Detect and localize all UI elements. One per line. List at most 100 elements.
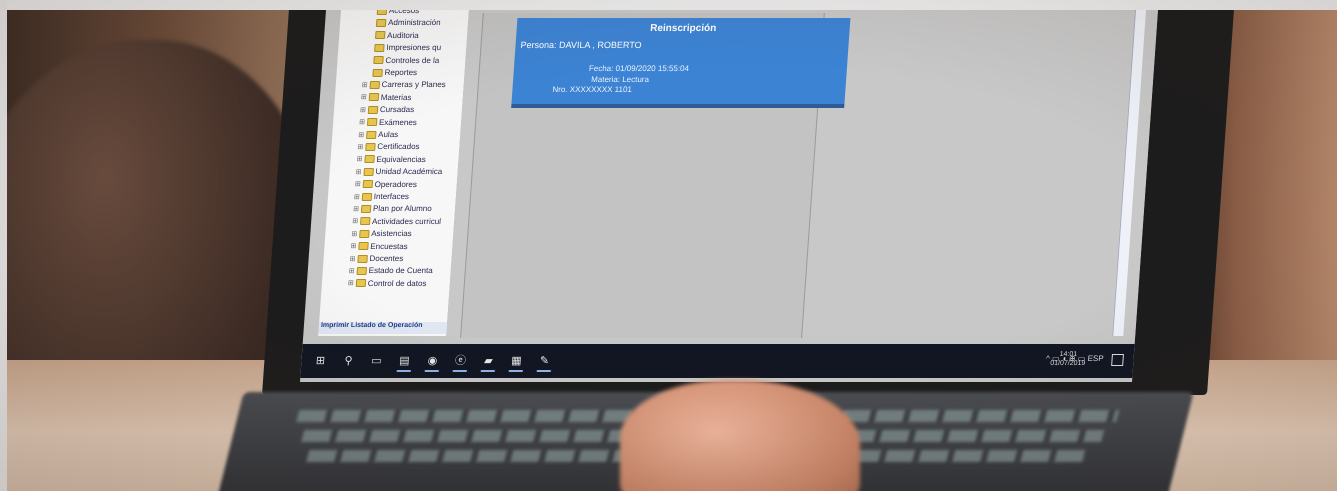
tree-item-label: Impresiones qu — [386, 43, 442, 53]
tree-item[interactable]: ⊞ Carreras y Planes — [361, 80, 446, 89]
expand-icon[interactable]: ⊞ — [358, 131, 364, 139]
tree-item[interactable]: Controles de la — [371, 55, 440, 65]
card-date: Fecha: 01/09/2020 15:55:04 — [588, 64, 690, 73]
tree-item-label: Reportes — [384, 68, 418, 77]
folder-icon — [368, 93, 380, 102]
search-icon[interactable]: ⚲ — [341, 353, 356, 367]
tree-item[interactable]: ⊞ Equivalencias — [356, 155, 426, 164]
card-title: Reinscripción — [649, 23, 717, 34]
tree-item[interactable]: ⊞ Interfaces — [354, 192, 410, 201]
tree-item-label: Auditoria — [386, 30, 420, 40]
tree-item[interactable]: Reportes — [370, 68, 417, 77]
card-number: Nro. XXXXXXXX 1101 — [552, 85, 633, 94]
windows-start-icon[interactable]: ⊞ — [313, 353, 328, 367]
tree-item[interactable]: ⊞ Control de datos — [348, 279, 427, 288]
tree-item-label: Exámenes — [378, 117, 418, 127]
tree-item-label: Plan por Alumno — [372, 204, 432, 214]
tree-item-label: Carreras y Planes — [381, 80, 446, 90]
tree-item[interactable]: ⊞ Operadores — [355, 180, 418, 189]
app-icon[interactable]: ▰ — [480, 353, 496, 372]
expand-icon[interactable]: ⊞ — [360, 106, 366, 114]
tree-item-label: Control de datos — [367, 278, 427, 288]
tree-item-label: Operadores — [374, 179, 418, 189]
folder-icon — [369, 80, 380, 89]
tree-item-label: Materias — [380, 92, 412, 102]
folder-icon — [356, 266, 367, 275]
folder-icon — [367, 105, 379, 114]
tree-item-label: Unidad Académica — [375, 167, 443, 177]
folder-icon — [361, 192, 373, 201]
tree-item-label: Encuestas — [370, 241, 409, 251]
left-edge — [0, 0, 7, 491]
taskbar-clock[interactable]: 14:01 01/07/2019 — [1050, 350, 1086, 368]
tree-item-label: Interfaces — [373, 192, 410, 201]
expand-icon[interactable]: ⊞ — [351, 230, 357, 238]
tree-item[interactable]: ⊞ Actividades curricul — [352, 217, 441, 226]
reinscription-card[interactable]: Reinscripción Persona: DAVILA , ROBERTO … — [511, 18, 851, 104]
folder-icon — [357, 254, 368, 263]
expand-icon[interactable]: ⊞ — [349, 255, 355, 263]
folder-icon — [359, 217, 371, 226]
expand-icon[interactable]: ⊞ — [348, 279, 354, 287]
clock-date: 01/07/2019 — [1050, 360, 1086, 367]
folder-icon — [366, 118, 378, 127]
folder-icon — [372, 68, 383, 77]
tree-item[interactable]: Administración — [374, 18, 441, 27]
expand-icon[interactable]: ⊞ — [359, 118, 365, 126]
chrome-icon[interactable]: ◉ — [424, 353, 440, 372]
folder-icon — [358, 229, 370, 238]
tree-item[interactable]: Impresiones qu — [372, 43, 441, 52]
folder-icon — [355, 279, 367, 288]
tree-item[interactable]: ⊞ Aulas — [358, 130, 399, 139]
tree-item-label: Administración — [387, 18, 441, 28]
tree-item[interactable]: ⊞ Cursadas — [360, 105, 415, 114]
windows-taskbar: ⊞ ⚲ ▭ ▤ ◉ ⓔ ▰ ▦ ✎ ^ ▭ ◖ ⊕ ▭ ESP 14:01 01/07/2019 — [300, 344, 1135, 378]
expand-icon[interactable]: ⊞ — [348, 267, 354, 275]
tree-item[interactable]: Auditoria — [373, 31, 419, 40]
expand-icon[interactable]: ⊞ — [353, 205, 359, 213]
task-view-icon[interactable]: ▭ — [369, 353, 384, 367]
tree-item-label: Controles de la — [385, 55, 440, 65]
folder-icon — [364, 155, 375, 164]
edge-icon[interactable]: ⓔ — [452, 353, 468, 372]
tree-item[interactable]: ⊞ Asistencias — [351, 229, 412, 238]
card-divider — [511, 104, 845, 108]
tree-item[interactable]: ⊞ Plan por Alumno — [353, 204, 432, 213]
expand-icon[interactable]: ⊞ — [357, 143, 363, 151]
expand-icon[interactable]: ⊞ — [355, 168, 361, 176]
tools-icon[interactable]: ✎ — [536, 353, 552, 372]
tree-item[interactable]: ⊞ Materias — [361, 93, 412, 102]
folder-icon — [375, 18, 387, 27]
tree-item-label: Estado de Cuenta — [368, 266, 434, 276]
expand-icon[interactable]: ⊞ — [361, 93, 367, 101]
expand-icon[interactable]: ⊞ — [356, 155, 362, 163]
tree-item-label: Cursadas — [379, 105, 415, 115]
folder-icon — [360, 204, 372, 213]
folder-icon — [362, 180, 373, 189]
card-person: Persona: DAVILA , ROBERTO — [520, 40, 642, 50]
tree-item[interactable]: ⊞ Exámenes — [359, 118, 417, 127]
top-strip — [0, 0, 1337, 10]
grid-app-icon[interactable]: ▦ — [508, 353, 524, 372]
tree-item-label: Actividades curricul — [371, 216, 442, 226]
expand-icon[interactable]: ⊞ — [350, 242, 356, 250]
clock-time: 14:01 — [1059, 351, 1078, 358]
expand-icon[interactable]: ⊞ — [361, 81, 367, 89]
file-explorer-icon[interactable]: ▤ — [396, 353, 412, 372]
tree-item[interactable]: ⊞ Estado de Cuenta — [348, 266, 433, 275]
notifications-icon[interactable] — [1111, 354, 1124, 366]
card-subject: Materia: Lectura — [590, 75, 650, 84]
expand-icon[interactable]: ⊞ — [354, 193, 360, 201]
navigation-tree-panel: Accesos Administración Auditoria Impresione… — [318, 0, 471, 336]
folder-icon — [358, 242, 369, 251]
tree-item-label: Aulas — [377, 130, 399, 139]
tree-item[interactable]: ⊞ Docentes — [349, 254, 403, 263]
tree-item[interactable]: ⊞ Certificados — [357, 142, 420, 151]
tree-item-label: Certificados — [377, 142, 420, 152]
tree-item[interactable]: ⊞ Encuestas — [350, 242, 408, 251]
expand-icon[interactable]: ⊞ — [352, 217, 358, 225]
tree-item-label: Docentes — [369, 254, 404, 263]
expand-icon[interactable]: ⊞ — [355, 180, 361, 188]
tree-item[interactable]: ⊞ Unidad Académica — [355, 167, 442, 176]
laptop-screen: Accesos Administración Auditoria Impresione… — [300, 0, 1159, 382]
